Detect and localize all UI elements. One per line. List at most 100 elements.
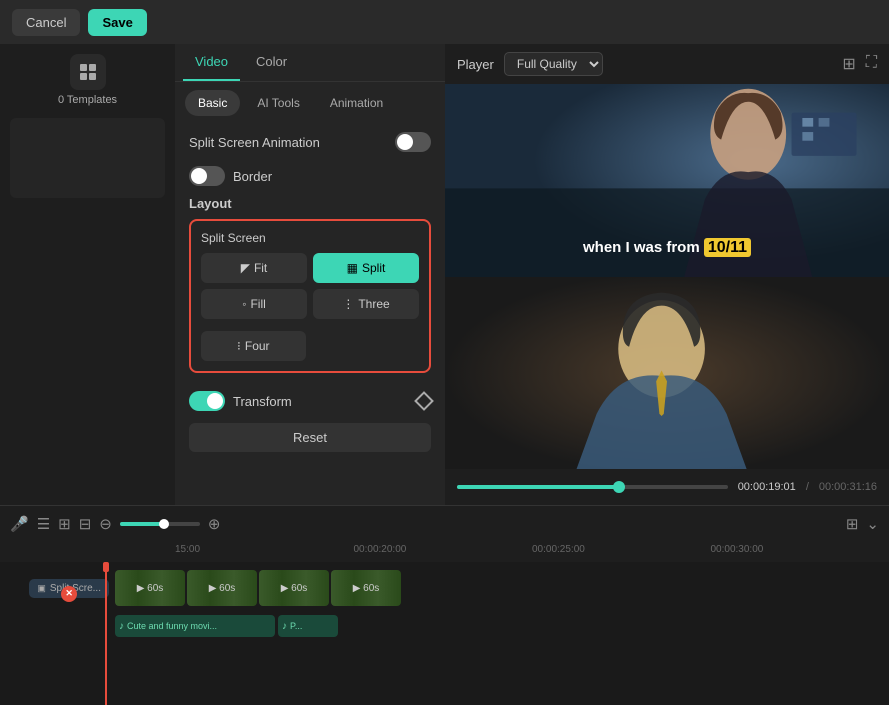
player-icons: ⊞ ⛶ — [842, 54, 877, 74]
video-bottom-frame — [445, 277, 889, 470]
zoom-track — [120, 522, 200, 526]
border-toggle[interactable] — [189, 166, 225, 186]
timeline-tracks: ▣ Split Scre... ✕ ▶ 60s ▶ 60s ▶ 60s ▶ 60… — [0, 562, 889, 705]
split-button[interactable]: ▦ Split — [313, 253, 419, 283]
three-button[interactable]: ⋮ Three — [313, 289, 419, 319]
top-bar: Cancel Save — [0, 0, 889, 44]
tab-color[interactable]: Color — [244, 44, 299, 81]
list-icon[interactable]: ☰ — [37, 515, 50, 533]
time-total: 00:00:31:16 — [819, 481, 877, 493]
split-screen-box: Split Screen ◤ Fit ▦ Split ◦ Fill ⋮ Thre… — [189, 219, 431, 373]
transform-toggle-thumb — [207, 393, 223, 409]
tab-video[interactable]: Video — [183, 44, 240, 81]
audio-clip-0[interactable]: ♪ Cute and funny movi... — [115, 615, 275, 637]
video-clip-3[interactable]: ▶ 60s — [331, 570, 401, 606]
player-label: Player — [457, 57, 494, 72]
four-label: Four — [245, 339, 270, 353]
progress-bar[interactable] — [457, 485, 728, 489]
fill-icon: ◦ — [242, 297, 246, 311]
audio-clip-label-0: Cute and funny movi... — [127, 621, 217, 631]
clip-label-3: ▶ 60s — [349, 583, 384, 594]
plus-icon[interactable]: ⊕ — [208, 515, 221, 533]
transform-label: Transform — [233, 394, 292, 409]
save-button[interactable]: Save — [88, 9, 146, 36]
music-icon-0: ♪ — [119, 621, 124, 632]
zoom-thumb — [159, 519, 169, 529]
sub-tab-basic[interactable]: Basic — [185, 90, 240, 116]
center-panel: Video Color Basic AI Tools Animation Spl… — [175, 44, 445, 505]
ruler-mark-0: 15:00 — [175, 544, 354, 560]
timeline-controls: 🎤 ☰ ⊞ ⊟ ⊖ ⊕ ⊞ ⌄ — [0, 506, 889, 542]
audio-track-row: ♪ Cute and funny movi... ♪ P... — [0, 612, 889, 640]
time-divider: / — [806, 481, 809, 493]
subtitle-text: when I was from 10/11 — [583, 238, 751, 257]
reset-button[interactable]: Reset — [189, 423, 431, 452]
border-row: Border — [175, 160, 445, 192]
time-current: 00:00:19:01 — [738, 481, 796, 493]
three-icon: ⋮ — [342, 297, 354, 311]
grid-view-icon[interactable]: ⊞ — [846, 515, 859, 533]
main-layout: 0 Templates Video Color Basic AI Tools A… — [0, 44, 889, 505]
video-clip-0[interactable]: ▶ 60s — [115, 570, 185, 606]
timeline-ruler: 15:00 00:00:20:00 00:00:25:00 00:00:30:0… — [0, 542, 889, 562]
audio-clip-1[interactable]: ♪ P... — [278, 615, 338, 637]
templates-icon — [70, 54, 106, 90]
bottom-timeline: 🎤 ☰ ⊞ ⊟ ⊖ ⊕ ⊞ ⌄ 15:00 00:00:20:00 00:00:… — [0, 505, 889, 705]
split-screen-animation-row: Split Screen Animation — [175, 124, 445, 160]
quality-select[interactable]: Full Quality — [504, 52, 603, 76]
add-clip-icon[interactable]: ⊞ — [58, 515, 71, 533]
border-label: Border — [233, 169, 272, 184]
video-clip-2[interactable]: ▶ 60s — [259, 570, 329, 606]
fill-button[interactable]: ◦ Fill — [201, 289, 307, 319]
split-icon: ▦ — [347, 261, 358, 275]
three-label: Three — [358, 297, 389, 311]
transform-toggle[interactable] — [189, 391, 225, 411]
ruler-mark-2: 00:00:25:00 — [532, 544, 711, 560]
track-row-0: ▣ Split Scre... ✕ ▶ 60s ▶ 60s ▶ 60s ▶ 60… — [0, 566, 889, 610]
caption-icon[interactable]: ⊟ — [79, 515, 92, 533]
sub-tab-ai-tools[interactable]: AI Tools — [244, 90, 312, 116]
right-player: Player Full Quality ⊞ ⛶ — [445, 44, 889, 505]
zoom-slider[interactable] — [120, 522, 200, 526]
playhead — [105, 562, 107, 705]
split-screen-title: Split Screen — [201, 231, 419, 245]
four-icon: ⁝ — [237, 339, 241, 353]
audio-content: ♪ Cute and funny movi... ♪ P... — [115, 615, 338, 637]
grid-icon[interactable]: ⊞ — [842, 54, 855, 74]
subtitle-highlight: 10/11 — [704, 238, 751, 257]
fullscreen-icon[interactable]: ⛶ — [866, 54, 877, 74]
progress-thumb — [613, 481, 625, 493]
split-grid: ◤ Fit ▦ Split ◦ Fill ⋮ Three — [201, 253, 419, 319]
split-screen-animation-toggle[interactable] — [395, 132, 431, 152]
track-label-area-0: ▣ Split Scre... ✕ — [0, 579, 115, 598]
music-icon-1: ♪ — [282, 621, 287, 632]
x-badge: ✕ — [61, 586, 77, 602]
transform-left: Transform — [189, 391, 292, 411]
subtitle-overlay: when I was from 10/11 — [583, 239, 751, 257]
player-header: Player Full Quality ⊞ ⛶ — [445, 44, 889, 84]
tab-row: Video Color — [175, 44, 445, 82]
sub-tab-animation[interactable]: Animation — [317, 90, 396, 116]
split-screen-animation-label: Split Screen Animation — [189, 135, 320, 150]
ruler-mark-1: 00:00:20:00 — [354, 544, 533, 560]
zoom-fill — [120, 522, 164, 526]
chevron-down-icon[interactable]: ⌄ — [866, 515, 879, 533]
transform-row: Transform — [175, 383, 445, 419]
video-clip-1[interactable]: ▶ 60s — [187, 570, 257, 606]
audio-clip-label-1: P... — [290, 621, 302, 631]
cancel-button[interactable]: Cancel — [12, 9, 80, 36]
sub-tab-row: Basic AI Tools Animation — [175, 82, 445, 124]
progress-fill — [457, 485, 619, 489]
sidebar-item-templates[interactable]: 0 Templates — [58, 54, 117, 106]
left-sidebar: 0 Templates — [0, 44, 175, 505]
video-top-frame: when I was from 10/11 — [445, 84, 889, 277]
clip-label-1: ▶ 60s — [205, 583, 240, 594]
fit-button[interactable]: ◤ Fit — [201, 253, 307, 283]
four-button[interactable]: ⁝ Four — [201, 331, 306, 361]
video-preview: when I was from 10/11 — [445, 84, 889, 469]
clip-label-2: ▶ 60s — [277, 583, 312, 594]
border-toggle-thumb — [191, 168, 207, 184]
minus-icon[interactable]: ⊖ — [99, 515, 112, 533]
fit-icon: ◤ — [241, 261, 250, 275]
mic-icon[interactable]: 🎤 — [10, 515, 29, 533]
